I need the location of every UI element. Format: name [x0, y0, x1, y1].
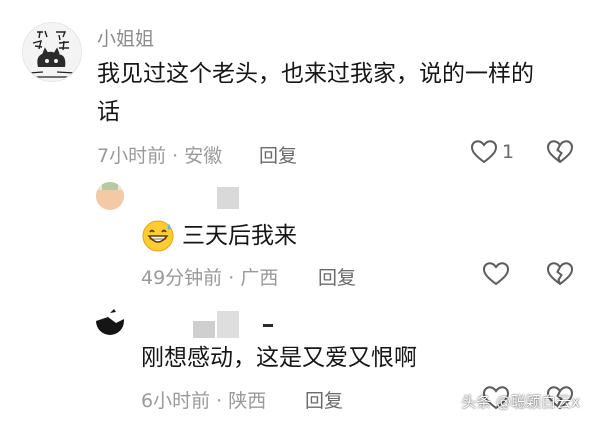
reply-avatar[interactable]	[96, 307, 124, 335]
comment-text-line: 话	[97, 99, 120, 125]
comment-meta: 49分钟前 · 广西	[141, 263, 278, 290]
redacted-username	[263, 324, 273, 327]
reply-button[interactable]: 回复	[305, 386, 343, 413]
dislike-button[interactable]	[546, 139, 574, 165]
reply-avatar-image	[96, 307, 124, 335]
comment-location: 陕西	[228, 390, 267, 412]
commenter-avatar[interactable]	[22, 22, 82, 82]
reply-button[interactable]: 回复	[259, 141, 297, 168]
like-count: 1	[502, 141, 515, 163]
comment-text: 三天后我来	[182, 223, 297, 249]
comment-meta: 6小时前 · 陕西	[141, 386, 266, 413]
meta-separator: ·	[172, 145, 179, 167]
reply-button[interactable]: 回复	[318, 263, 356, 290]
redacted-username	[217, 187, 239, 209]
broken-heart-icon	[546, 140, 574, 164]
redacted-username	[217, 311, 239, 338]
comment-location: 广西	[240, 267, 279, 289]
comment-text-line: 我见过这个老头，也来过我家，说的一样的	[97, 61, 534, 87]
platform-watermark: 头条 @聪颖白云x	[461, 393, 580, 411]
meta-separator: ·	[216, 390, 223, 412]
comment-time: 7小时前	[97, 145, 167, 167]
meta-separator: ·	[228, 267, 235, 289]
dislike-button[interactable]	[546, 261, 574, 287]
commenter-username[interactable]: 小姐姐	[97, 24, 154, 51]
redacted-username	[193, 321, 215, 338]
comment-time: 49分钟前	[141, 267, 223, 289]
comment-location: 安徽	[184, 145, 223, 167]
grinning-sweat-emoji	[141, 219, 175, 257]
ink-sketch-avatar-image	[23, 23, 81, 81]
broken-heart-icon	[546, 262, 574, 286]
reply-avatar[interactable]	[96, 182, 124, 210]
reply-avatar-image	[96, 182, 124, 210]
comment-time: 6小时前	[141, 390, 211, 412]
heart-outline-icon	[482, 262, 510, 286]
comment-meta: 7小时前 · 安徽	[97, 141, 222, 168]
comment-text: 刚想感动，这是又爱又恨啊	[141, 345, 417, 371]
like-button[interactable]: 1	[470, 139, 514, 165]
like-button[interactable]	[482, 261, 510, 287]
heart-outline-icon	[470, 140, 498, 164]
